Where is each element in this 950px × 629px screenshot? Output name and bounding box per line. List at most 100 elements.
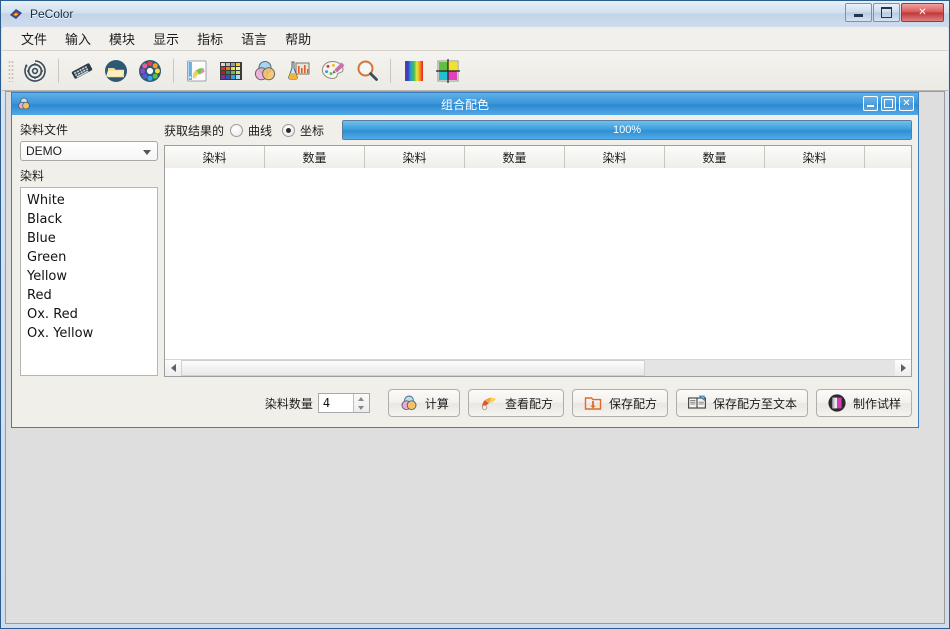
progress-bar: 100% — [342, 120, 912, 140]
child-window-title: 组合配色 — [440, 97, 489, 112]
maximize-button[interactable] — [873, 3, 900, 22]
list-item[interactable]: Red — [21, 286, 157, 305]
save-formula-button[interactable]: 保存配方 — [571, 389, 668, 417]
save-formula-text-button-label: 保存配方至文本 — [712, 396, 797, 411]
close-button[interactable]: ✕ — [901, 3, 944, 22]
color-mixing-icon[interactable] — [249, 55, 281, 87]
pecolor-logo-icon — [8, 6, 24, 22]
title-bar: PeColor ✕ — [1, 1, 949, 28]
main-window: PeColor ✕ 文件 输入 模块 显示 指标 语言 帮助 组合配色 ✕ 染料… — [0, 0, 950, 629]
child-minimize-button[interactable] — [863, 96, 878, 111]
list-item[interactable]: Yellow — [21, 267, 157, 286]
formula-table: 染料 数量 染料 数量 染料 数量 染料 — [164, 145, 912, 377]
child-window-body: 染料文件 DEMO 染料 White Black Blue Green Yell… — [12, 115, 918, 427]
table-column-header[interactable]: 染料 — [565, 146, 665, 168]
artist-palette-icon[interactable] — [317, 55, 349, 87]
radio-coordinate[interactable]: 坐标 — [282, 122, 324, 139]
options-row: 获取结果的 曲线 坐标 100% — [164, 119, 912, 141]
list-item[interactable]: Ox. Red — [21, 305, 157, 324]
window-title: PeColor — [30, 7, 74, 21]
scroll-right-icon[interactable] — [895, 360, 911, 376]
menu-file[interactable]: 文件 — [12, 26, 56, 51]
dye-label: 染料 — [20, 169, 45, 183]
table-column-header[interactable]: 染料 — [365, 146, 465, 168]
calculate-button[interactable]: 计算 — [387, 389, 460, 417]
save-formula-button-label: 保存配方 — [608, 396, 657, 411]
table-column-header[interactable]: 染料 — [765, 146, 865, 168]
dye-list[interactable]: White Black Blue Green Yellow Red Ox. Re… — [20, 187, 158, 376]
radio-curve[interactable]: 曲线 — [230, 122, 272, 139]
scrollbar-thumb[interactable] — [181, 360, 646, 376]
child-window-controls: ✕ — [863, 96, 914, 111]
list-item[interactable]: Blue — [21, 229, 157, 248]
view-formula-button[interactable]: 查看配方 — [467, 389, 564, 417]
child-close-button[interactable]: ✕ — [899, 96, 914, 111]
color-grid-icon[interactable] — [432, 55, 464, 87]
list-item[interactable]: White — [21, 191, 157, 210]
stepper-down-icon[interactable] — [354, 403, 369, 412]
open-folder-icon[interactable] — [100, 55, 132, 87]
spectrum-bar-icon[interactable] — [398, 55, 430, 87]
radio-coordinate-indicator — [282, 123, 296, 137]
table-body[interactable] — [165, 168, 911, 359]
mdi-client-area: 组合配色 ✕ 染料文件 DEMO 染料 White Black Blue Gre… — [5, 91, 945, 624]
view-formula-button-label: 查看配方 — [504, 396, 553, 411]
scroll-left-icon[interactable] — [165, 360, 181, 376]
spectrophotometer-icon[interactable] — [66, 55, 98, 87]
list-item[interactable]: Black — [21, 210, 157, 229]
make-sample-button-label: 制作试样 — [852, 396, 901, 411]
search-magnifier-icon[interactable] — [351, 55, 383, 87]
radio-coordinate-label: 坐标 — [300, 123, 325, 138]
table-column-header[interactable]: 数量 — [465, 146, 565, 168]
settings-gear-icon[interactable] — [19, 55, 51, 87]
toolbar-separator — [58, 58, 59, 83]
save-download-icon — [583, 393, 603, 413]
table-column-header[interactable]: 数量 — [665, 146, 765, 168]
child-maximize-button[interactable] — [881, 96, 896, 111]
list-item[interactable]: Green — [21, 248, 157, 267]
table-header-row: 染料 数量 染料 数量 染料 数量 染料 — [165, 146, 911, 169]
chevron-down-icon — [143, 150, 151, 155]
calculate-button-label: 计算 — [424, 396, 449, 411]
toolbar-separator — [173, 58, 174, 83]
toolbar-grip[interactable] — [8, 59, 14, 82]
table-column-header[interactable]: 染料 — [165, 146, 265, 168]
menu-language[interactable]: 语言 — [232, 26, 276, 51]
child-window-title-bar[interactable]: 组合配色 ✕ — [12, 93, 918, 116]
dye-file-panel: 染料文件 DEMO 染料 White Black Blue Green Yell… — [20, 121, 160, 376]
stepper-up-icon[interactable] — [354, 394, 369, 403]
toolbar-separator — [390, 58, 391, 83]
results-panel: 获取结果的 曲线 坐标 100% 染料 数量 染料 数量 染料 数量 染料 染料… — [164, 119, 912, 423]
make-sample-button[interactable]: 制作试样 — [815, 389, 912, 417]
table-horizontal-scrollbar[interactable] — [165, 359, 911, 376]
book-export-icon — [687, 393, 707, 413]
list-item[interactable]: Ox. Yellow — [21, 324, 157, 343]
menu-bar: 文件 输入 模块 显示 指标 语言 帮助 — [2, 27, 948, 51]
scrollbar-track[interactable] — [181, 360, 895, 376]
menu-help[interactable]: 帮助 — [276, 26, 320, 51]
menu-display[interactable]: 显示 — [144, 26, 188, 51]
color-swatch-fan-icon[interactable] — [181, 55, 213, 87]
child-window-combination-color: 组合配色 ✕ 染料文件 DEMO 染料 White Black Blue Gre… — [11, 92, 919, 428]
dye-count-stepper[interactable]: 4 — [317, 393, 370, 413]
radio-curve-label: 曲线 — [248, 123, 273, 138]
menu-index[interactable]: 指标 — [188, 26, 232, 51]
venn-circles-icon — [399, 393, 419, 413]
toolbar — [2, 51, 948, 91]
save-formula-text-button[interactable]: 保存配方至文本 — [675, 389, 808, 417]
dye-file-combo[interactable]: DEMO — [20, 141, 158, 161]
minimize-button[interactable] — [845, 3, 872, 22]
menu-input[interactable]: 输入 — [56, 26, 100, 51]
dye-count-label: 染料数量 — [264, 396, 313, 411]
dye-count-value[interactable]: 4 — [319, 394, 353, 412]
lab-beaker-icon[interactable] — [283, 55, 315, 87]
table-column-header[interactable]: 数量 — [265, 146, 365, 168]
color-palette-grid-icon[interactable] — [215, 55, 247, 87]
table-column-header[interactable] — [865, 146, 911, 168]
swatch-fan-icon — [479, 393, 499, 413]
stepper-buttons — [352, 394, 369, 412]
color-wheel-icon[interactable] — [134, 55, 166, 87]
menu-module[interactable]: 模块 — [100, 26, 144, 51]
action-bar: 染料数量 4 计算 查看配方 保存配方 保存配方至文本 制作试样 — [164, 383, 912, 423]
progress-bar-text: 100% — [612, 124, 642, 136]
